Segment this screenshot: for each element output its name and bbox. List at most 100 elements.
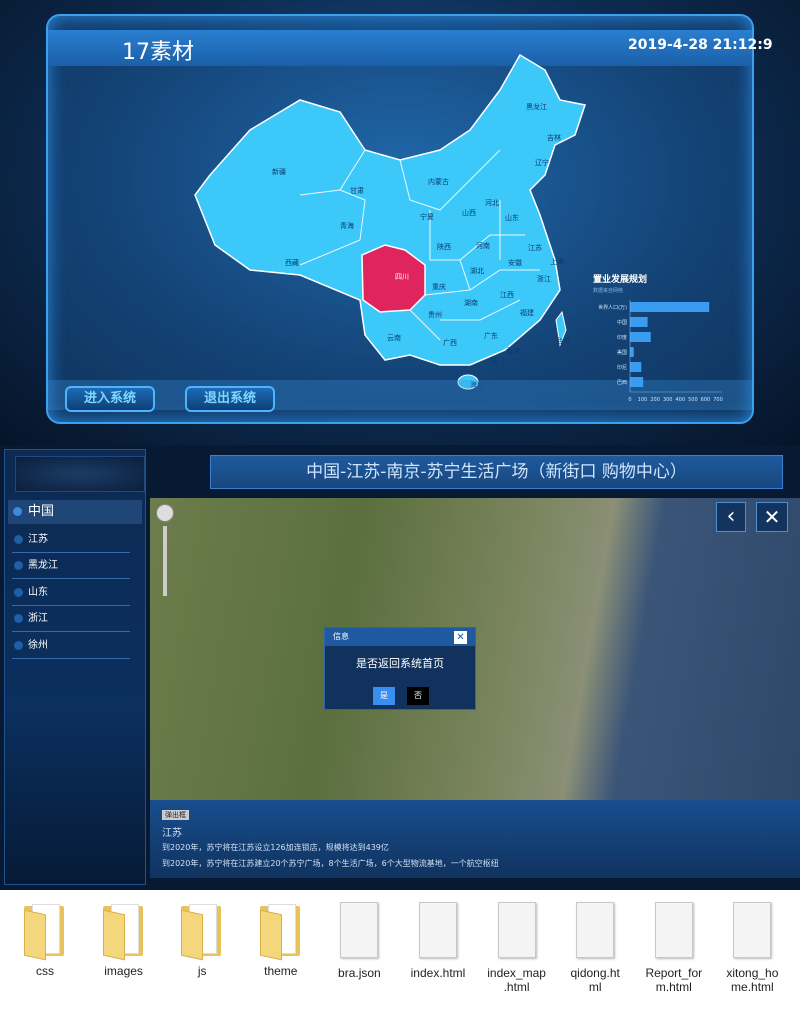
- folder-icon: [22, 902, 68, 961]
- province-label: 重庆: [432, 283, 446, 291]
- sidebar-item-label: 山东: [28, 587, 48, 598]
- file-name: bra.json: [338, 966, 381, 980]
- province-label: 青海: [340, 222, 354, 230]
- province-label: 湖北: [470, 267, 484, 275]
- sidebar-item[interactable]: 江苏: [12, 529, 130, 553]
- folder-icon: [258, 902, 304, 961]
- sidebar-item-root[interactable]: 中国: [8, 500, 142, 524]
- province-label: 河北: [485, 199, 499, 207]
- info-line: 到2020年，苏宁将在江苏设立126加连锁店，规模将达到439亿: [162, 843, 389, 852]
- sidebar-item-label: 江苏: [28, 534, 48, 545]
- info-line: 到2020年，苏宁将在江苏建立20个苏宁广场，8个生活广场，6个大型物流基地，一…: [162, 859, 499, 868]
- x-tick-label: 500: [688, 397, 698, 403]
- file-item[interactable]: xitong_ho me.html: [713, 898, 791, 994]
- no-button[interactable]: 否: [407, 687, 429, 705]
- bar: [630, 332, 651, 342]
- province-label: 澳门: [490, 357, 504, 365]
- file-item[interactable]: index.html: [399, 898, 477, 980]
- sidebar-item-label: 中国: [28, 504, 55, 519]
- bar: [630, 317, 648, 327]
- file-item[interactable]: css: [6, 898, 84, 978]
- province-label: 上海: [550, 258, 564, 266]
- file-item[interactable]: Report_for m.html: [635, 898, 713, 994]
- x-tick-label: 0: [628, 397, 631, 403]
- province-label: 香港: [506, 347, 520, 355]
- pin-icon: [14, 561, 23, 570]
- x-tick-label: 200: [650, 397, 660, 403]
- file-icon: [729, 902, 775, 960]
- category-label: 印尼: [617, 364, 627, 371]
- file-name: index.html: [410, 966, 466, 980]
- category-label: 世界人口(万): [598, 304, 627, 311]
- province-label: 广西: [443, 339, 457, 347]
- file-icon: [651, 902, 697, 960]
- province-label: 浙江: [537, 275, 551, 283]
- exit-system-button[interactable]: 退出系统: [185, 386, 275, 412]
- info-tag: 弹出框: [162, 810, 189, 820]
- province-label: 广东: [484, 332, 498, 340]
- pin-icon: [14, 641, 23, 650]
- sidebar-item[interactable]: 山东: [12, 582, 130, 606]
- bar: [630, 347, 634, 357]
- x-tick-label: 700: [713, 397, 723, 403]
- file-item[interactable]: index_map .html: [478, 898, 556, 994]
- category-label: 美国: [617, 349, 627, 356]
- dialog-message: 是否返回系统首页: [356, 657, 444, 670]
- pin-icon: [14, 614, 23, 623]
- file-icon: [572, 902, 618, 960]
- sidebar-item-label: 黑龙江: [28, 560, 58, 571]
- file-icon: [336, 902, 382, 960]
- bar: [630, 377, 644, 387]
- province-label: 湖南: [464, 299, 478, 307]
- province-label: 黑龙江: [526, 103, 547, 111]
- pin-icon: [14, 588, 23, 597]
- province-label: 云南: [387, 334, 401, 342]
- info-panel: 弹出框 江苏 到2020年，苏宁将在江苏设立126加连锁店，规模将达到439亿 …: [150, 800, 800, 878]
- file-item[interactable]: js: [163, 898, 241, 978]
- pan-control[interactable]: [156, 504, 174, 522]
- enter-system-button[interactable]: 进入系统: [65, 386, 155, 412]
- province-label: 内蒙古: [428, 178, 449, 186]
- bar: [630, 302, 710, 312]
- zoom-slider[interactable]: [163, 526, 167, 596]
- file-item[interactable]: bra.json: [320, 898, 398, 980]
- file-item[interactable]: images: [85, 898, 163, 978]
- province-label: 陕西: [437, 243, 451, 251]
- sidebar-item[interactable]: 浙江: [12, 608, 130, 632]
- file-name: xitong_ho me.html: [726, 966, 779, 994]
- location-title: 中国-江苏-南京-苏宁生活广场（新街口 购物中心）: [210, 455, 783, 489]
- sidebar-item-label: 徐州: [28, 640, 48, 651]
- x-tick-label: 400: [676, 397, 686, 403]
- dialog-close-icon[interactable]: ✕: [454, 631, 467, 644]
- file-icon: [494, 902, 540, 960]
- dashboard-screen: 17素材 2019-4-28 21:12:9 新疆 西藏 青海 甘肃 内蒙古 黑…: [0, 0, 800, 445]
- bar-chart: 置业发展规划 数据来自网络 世界人口(万) 中国印度美国印尼巴西 0 100 200 30…: [593, 273, 723, 403]
- file-explorer: css images js theme bra.json index.html index_…: [0, 890, 800, 1016]
- sidebar-item[interactable]: 徐州: [12, 635, 130, 659]
- province-label: 河南: [476, 242, 490, 250]
- close-button[interactable]: ✕: [756, 502, 788, 532]
- file-name: images: [104, 964, 143, 978]
- province-label: 吉林: [547, 134, 561, 142]
- province-label-selected[interactable]: 四川: [395, 272, 409, 282]
- folder-icon: [179, 902, 225, 961]
- folder-icon: [101, 902, 147, 961]
- sidebar-item[interactable]: 黑龙江: [12, 555, 130, 579]
- province-label: 江西: [500, 291, 514, 299]
- file-name: index_map .html: [487, 966, 546, 994]
- province-label: 山东: [505, 214, 519, 222]
- file-icon: [415, 902, 461, 960]
- province-label: 西藏: [285, 259, 299, 267]
- info-heading: 江苏: [162, 828, 182, 839]
- dialog-title: 信息: [325, 628, 475, 646]
- confirm-dialog: 信息 ✕ 是否返回系统首页 是 否: [324, 627, 476, 710]
- back-button[interactable]: ‹: [716, 502, 746, 532]
- file-name: js: [197, 964, 207, 978]
- category-label: 中国: [617, 319, 627, 326]
- globe-icon: [13, 507, 22, 516]
- yes-button[interactable]: 是: [373, 687, 395, 705]
- x-tick-label: 300: [663, 397, 673, 403]
- file-item[interactable]: theme: [242, 898, 320, 978]
- file-item[interactable]: qidong.ht ml: [556, 898, 634, 994]
- x-tick-label: 100: [638, 397, 648, 403]
